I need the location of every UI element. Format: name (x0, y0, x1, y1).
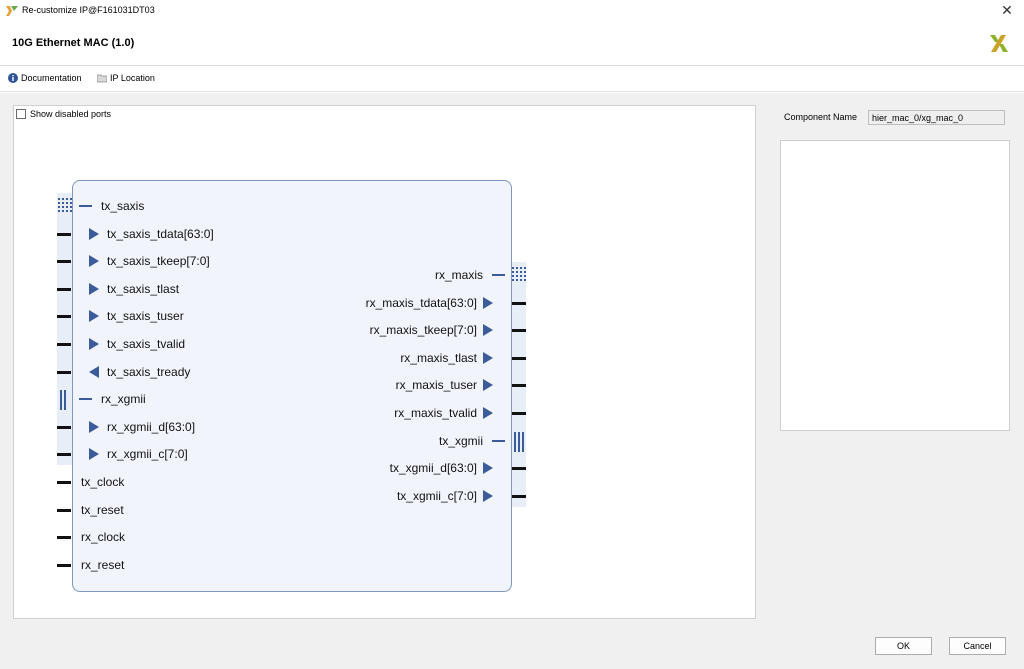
port-label-rx-reset: rx_reset (81, 558, 125, 572)
port-label-rx-maxis-tvalid: rx_maxis_tvalid (394, 406, 477, 420)
port-label-tx-xgmii-c-7-0: tx_xgmii_c[7:0] (396, 489, 477, 503)
port-wire-tx-clock[interactable] (57, 481, 71, 484)
bus-stub (492, 274, 505, 276)
port-label-rx-xgmii: rx_xgmii (101, 392, 146, 406)
port-label-rx-maxis-tuser: rx_maxis_tuser (395, 378, 477, 392)
port-label-tx-xgmii: tx_xgmii (438, 434, 483, 448)
output-arrow-icon (483, 297, 493, 309)
output-arrow-icon (483, 324, 493, 336)
port-wire-rx-reset[interactable] (57, 564, 71, 567)
ok-button[interactable]: OK (875, 637, 932, 655)
ip-header: 10G Ethernet MAC (1.0) (0, 22, 1024, 66)
port-label-tx-saxis-tdata-63-0: tx_saxis_tdata[63:0] (107, 227, 214, 241)
port-label-rx-maxis-tdata-63-0: rx_maxis_tdata[63:0] (365, 296, 477, 310)
documentation-menu[interactable]: Documentation (8, 73, 82, 83)
output-arrow-icon (483, 407, 493, 419)
axis-interface-icon[interactable] (58, 198, 72, 216)
port-wire-tx-saxis-tready[interactable] (57, 371, 71, 374)
port-label-tx-saxis-tlast: tx_saxis_tlast (107, 282, 180, 296)
input-arrow-icon (89, 448, 99, 460)
port-label-tx-saxis-tuser: tx_saxis_tuser (107, 309, 184, 323)
port-wire-tx-xgmii-c-7-0[interactable] (512, 495, 526, 498)
port-wire-tx-saxis-tvalid[interactable] (57, 343, 71, 346)
port-wire-tx-saxis-tdata-63-0[interactable] (57, 233, 71, 236)
port-wire-tx-reset[interactable] (57, 509, 71, 512)
component-name-field: hier_mac_0/xg_mac_0 (868, 110, 1005, 125)
port-label-rx-maxis-tkeep-7-0: rx_maxis_tkeep[7:0] (369, 323, 477, 337)
input-arrow-icon (89, 283, 99, 295)
ip-location-button[interactable]: IP Location (97, 73, 155, 83)
output-arrow-icon (483, 490, 493, 502)
input-arrow-icon (89, 421, 99, 433)
output-arrow-icon (89, 366, 99, 378)
axis-interface-icon[interactable] (512, 267, 526, 285)
port-wire-rx-maxis-tdata-63-0[interactable] (512, 302, 526, 305)
folder-icon (97, 74, 107, 83)
input-arrow-icon (89, 255, 99, 267)
cancel-button[interactable]: Cancel (949, 637, 1006, 655)
port-label-tx-xgmii-d-63-0: tx_xgmii_d[63:0] (389, 461, 477, 475)
component-name-label: Component Name (784, 112, 858, 122)
port-label-tx-saxis-tready: tx_saxis_tready (107, 365, 191, 379)
port-wire-tx-saxis-tuser[interactable] (57, 315, 71, 318)
port-wire-rx-xgmii-c-7-0[interactable] (57, 453, 71, 456)
dialog-footer (0, 628, 1024, 669)
input-arrow-icon (89, 338, 99, 350)
port-label-tx-reset: tx_reset (81, 503, 124, 517)
port-label-rx-xgmii-d-63-0: rx_xgmii_d[63:0] (107, 420, 196, 434)
port-label-rx-maxis: rx_maxis (434, 268, 483, 282)
port-label-rx-xgmii-c-7-0: rx_xgmii_c[7:0] (107, 447, 188, 461)
port-wire-rx-maxis-tkeep-7-0[interactable] (512, 329, 526, 332)
port-wire-rx-maxis-tvalid[interactable] (512, 412, 526, 415)
port-label-rx-maxis-tlast: rx_maxis_tlast (400, 351, 477, 365)
port-wire-rx-maxis-tuser[interactable] (512, 384, 526, 387)
toolbar: Documentation IP Location (0, 67, 1024, 92)
port-wire-rx-maxis-tlast[interactable] (512, 357, 526, 360)
show-disabled-ports-checkbox[interactable] (16, 109, 26, 119)
close-button[interactable]: ✕ (996, 0, 1018, 22)
output-arrow-icon (483, 352, 493, 364)
info-icon (8, 73, 18, 83)
input-arrow-icon (89, 310, 99, 322)
port-label-tx-clock: tx_clock (81, 475, 125, 489)
bus-stub (79, 205, 92, 207)
bus-stub (79, 398, 92, 400)
ip-location-label: IP Location (110, 73, 155, 83)
xilinx-logo-icon (990, 35, 1008, 52)
xgmii-interface-icon[interactable] (514, 432, 528, 452)
bus-stub (492, 440, 505, 442)
show-disabled-ports-label: Show disabled ports (30, 109, 112, 119)
port-wire-tx-saxis-tlast[interactable] (57, 288, 71, 291)
port-wire-tx-xgmii-d-63-0[interactable] (512, 467, 526, 470)
component-info-panel (780, 140, 1010, 431)
port-wire-rx-xgmii-d-63-0[interactable] (57, 426, 71, 429)
output-arrow-icon (483, 462, 493, 474)
input-arrow-icon (89, 228, 99, 240)
port-wire-rx-clock[interactable] (57, 536, 71, 539)
vivado-app-icon (6, 6, 18, 16)
xgmii-interface-icon[interactable] (60, 390, 70, 410)
port-label-tx-saxis-tkeep-7-0: tx_saxis_tkeep[7:0] (107, 254, 210, 268)
port-wire-tx-saxis-tkeep-7-0[interactable] (57, 260, 71, 263)
window-title: Re-customize IP@F161031DT03 (22, 5, 155, 15)
show-disabled-ports-toggle[interactable]: Show disabled ports (16, 109, 111, 119)
output-arrow-icon (483, 379, 493, 391)
ip-title: 10G Ethernet MAC (1.0) (12, 37, 135, 49)
documentation-label: Documentation (21, 73, 82, 83)
port-label-rx-clock: rx_clock (81, 530, 126, 544)
title-bar: Re-customize IP@F161031DT03 ✕ (0, 0, 1024, 22)
port-label-tx-saxis-tvalid: tx_saxis_tvalid (107, 337, 186, 351)
port-label-tx-saxis: tx_saxis (101, 199, 145, 213)
